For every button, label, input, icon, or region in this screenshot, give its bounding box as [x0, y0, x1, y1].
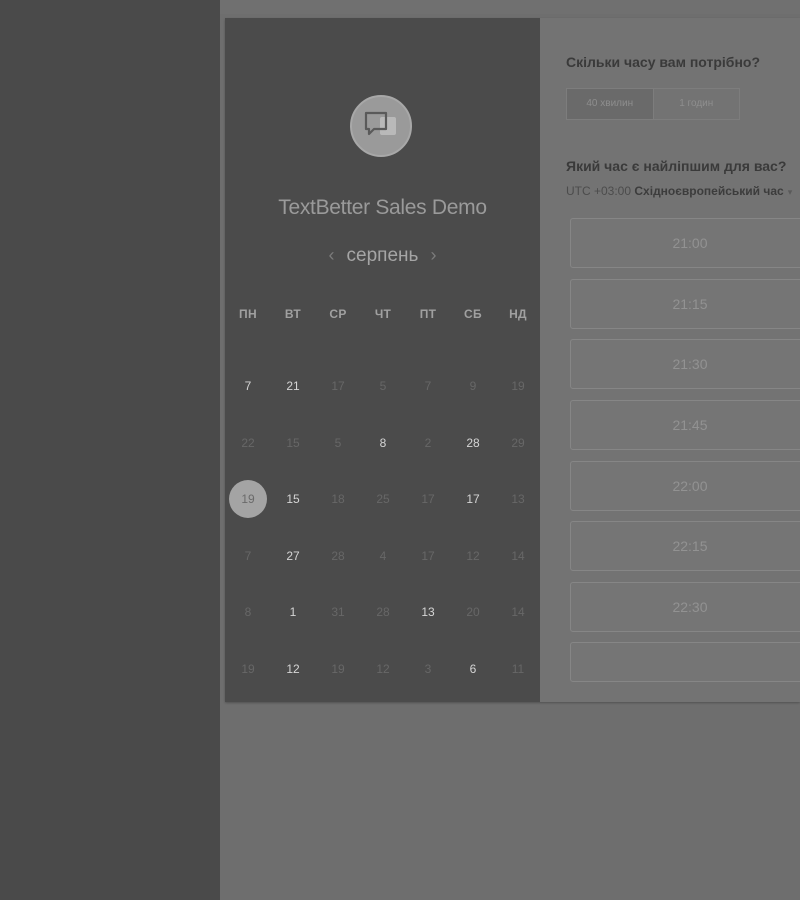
- calendar-day[interactable]: 6: [454, 650, 492, 688]
- calendar-day: 28: [331, 549, 345, 563]
- calendar-day: 22: [241, 436, 255, 450]
- time-slot-button[interactable]: 22:15: [570, 521, 800, 571]
- calendar-day: 14: [511, 549, 525, 563]
- calendar-day: 7: [424, 379, 432, 393]
- calendar-day: 12: [466, 549, 480, 563]
- duration-question: Скільки часу вам потрібно?: [566, 54, 761, 70]
- calendar-day: 28: [376, 605, 390, 619]
- calendar-day: 13: [511, 492, 525, 506]
- calendar-day: 15: [286, 436, 300, 450]
- time-slot-button[interactable]: 21:15: [570, 279, 800, 329]
- calendar-day: 20: [466, 605, 480, 619]
- calendar-day: 8: [244, 605, 252, 619]
- calendar-day[interactable]: 12: [274, 650, 312, 688]
- top-header-bar: [220, 0, 800, 14]
- calendar-day: 29: [511, 436, 525, 450]
- calendar-day[interactable]: 21: [274, 367, 312, 405]
- calendar-day: 25: [376, 492, 390, 506]
- left-backdrop: [0, 0, 220, 900]
- time-slot-button[interactable]: 22:00: [570, 461, 800, 511]
- calendar-day[interactable]: 27: [274, 537, 312, 575]
- calendar-day: 19: [331, 662, 345, 676]
- duration-option-1hour[interactable]: 1 годин: [654, 89, 740, 119]
- calendar-day: 17: [421, 492, 435, 506]
- timezone-name: Східноєвропейський час: [634, 184, 784, 198]
- calendar-day: 14: [511, 605, 525, 619]
- calendar-day: 7: [244, 549, 252, 563]
- calendar-day: 5: [379, 379, 387, 393]
- duration-option-40min[interactable]: 40 хвилин: [567, 89, 654, 119]
- calendar-day[interactable]: 1: [274, 593, 312, 631]
- calendar-day-selected[interactable]: 19: [229, 480, 267, 518]
- calendar-day: 4: [379, 549, 387, 563]
- booking-panel: Скільки часу вам потрібно? 40 хвилин 1 г…: [540, 18, 800, 702]
- calendar-days-grid: 7 21 17 5 7 9 19 22 15 5 8 2 28 29 19 15 18 25 17 17 13 7 27 28…: [225, 18, 540, 702]
- calendar-day: 19: [241, 662, 255, 676]
- time-slot-button[interactable]: 21:45: [570, 400, 800, 450]
- time-question: Який час є найліпшим для вас?: [566, 158, 787, 174]
- calendar-day[interactable]: 7: [229, 367, 267, 405]
- calendar-day: 9: [469, 379, 477, 393]
- calendar-day[interactable]: 13: [409, 593, 447, 631]
- caret-down-icon: ▾: [787, 187, 793, 197]
- duration-toggle: 40 хвилин 1 годин: [566, 88, 740, 120]
- calendar-day[interactable]: 8: [364, 424, 402, 462]
- time-slot-button[interactable]: [570, 642, 800, 682]
- timezone-offset: UTC +03:00: [566, 184, 632, 198]
- calendar-day: 12: [376, 662, 390, 676]
- calendar-day: 17: [421, 549, 435, 563]
- time-slot-button[interactable]: 21:30: [570, 339, 800, 389]
- calendar-day: 19: [511, 379, 525, 393]
- calendar-day: 3: [424, 662, 432, 676]
- scheduler-card: TextBetter Sales Demo ‹ серпень › ПН ВТ СР ЧТ…: [225, 18, 800, 702]
- calendar-day: 17: [331, 379, 345, 393]
- calendar-day[interactable]: 17: [454, 480, 492, 518]
- time-slot-button[interactable]: 21:00: [570, 218, 800, 268]
- calendar-day: 2: [424, 436, 432, 450]
- calendar-day: 31: [331, 605, 345, 619]
- calendar-day[interactable]: 15: [274, 480, 312, 518]
- time-slot-button[interactable]: 22:30: [570, 582, 800, 632]
- calendar-day[interactable]: 28: [454, 424, 492, 462]
- calendar-day: 5: [334, 436, 342, 450]
- calendar-panel: TextBetter Sales Demo ‹ серпень › ПН ВТ СР ЧТ…: [225, 18, 540, 702]
- calendar-day: 18: [331, 492, 345, 506]
- calendar-day: 11: [511, 662, 525, 676]
- timezone-select[interactable]: UTC +03:00 Східноєвропейський час ▾: [566, 184, 792, 198]
